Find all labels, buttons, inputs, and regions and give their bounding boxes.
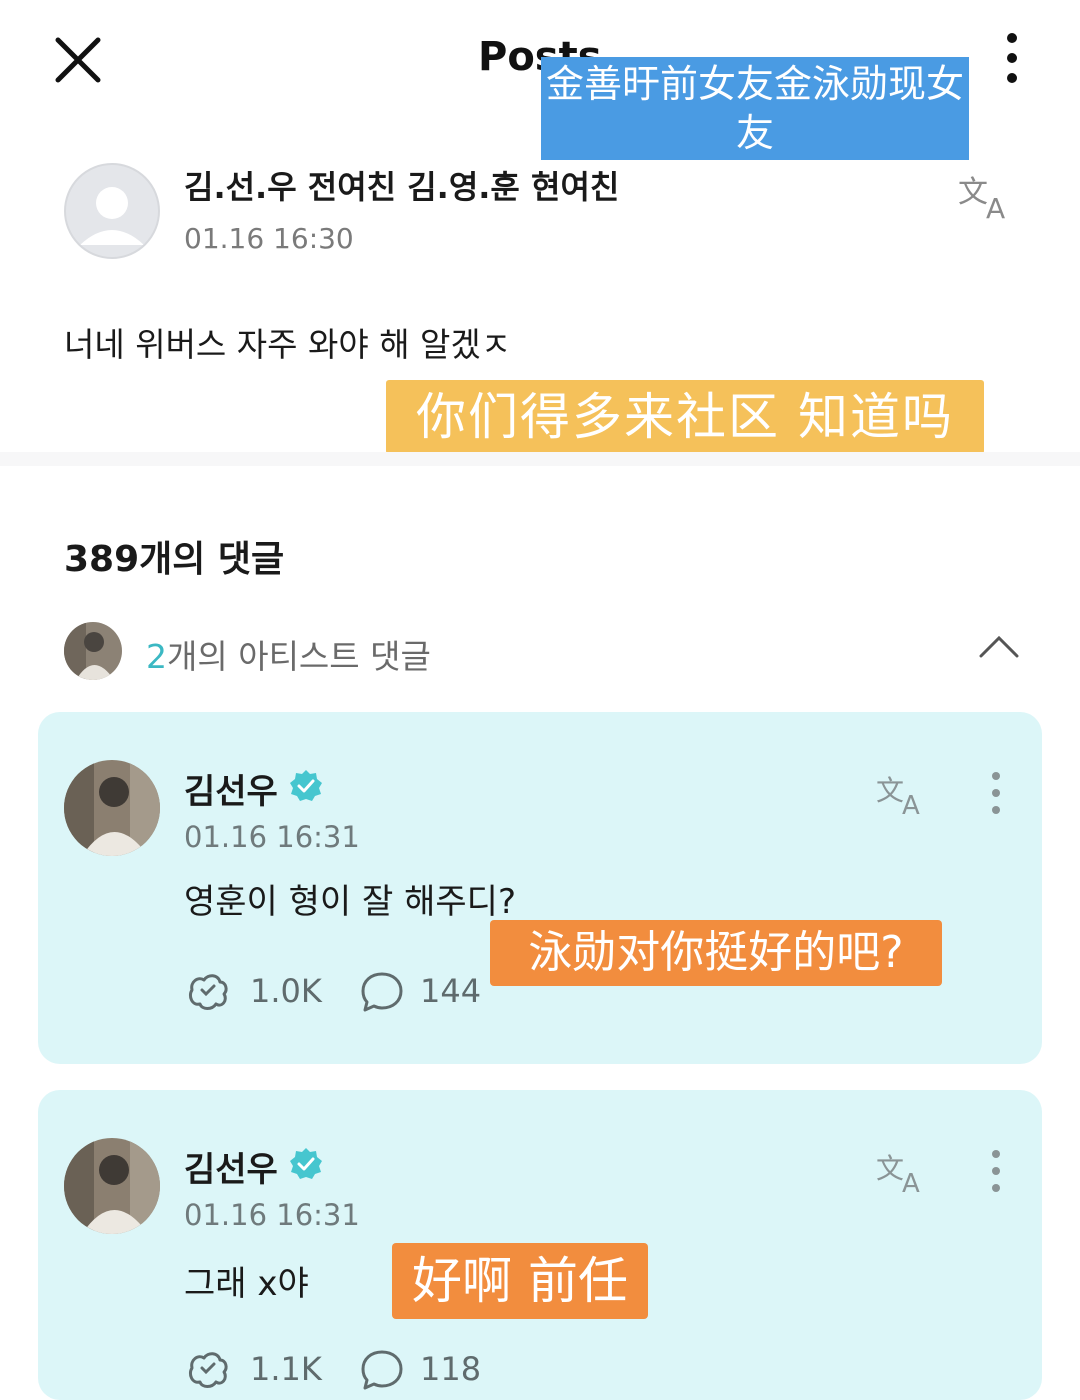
translate-button[interactable]: 文 A [958,170,1020,225]
translate-icon: 文 A [876,774,920,821]
translate-icon: 文 A [876,1152,920,1199]
post-timestamp: 01.16 16:30 [184,222,354,255]
artist-avatar [64,622,122,680]
comment-text: 영훈이 형이 잘 해주디? [184,882,516,922]
like-count: 1.0K [250,972,322,1010]
divider [0,452,1080,466]
overlay-caption-post: 你们得多来社区 知道吗 [386,380,984,454]
artist-comments-label: 개의 아티스트 댓글 [167,637,431,676]
svg-text:A: A [902,791,920,818]
overlay-caption-comment: 好啊 前任 [392,1243,648,1319]
svg-text:A: A [902,1169,920,1196]
svg-text:文: 文 [876,774,904,807]
comment-timestamp: 01.16 16:31 [184,1198,360,1232]
comment-author-name[interactable]: 김선우 [184,764,278,813]
more-vertical-icon [992,772,1000,814]
translate-button[interactable]: 文 A [876,1148,934,1199]
overlay-caption-title: 金善旴前女友金泳勋现女友 [541,57,969,160]
like-count: 1.1K [250,1350,322,1388]
close-button[interactable] [52,34,104,86]
reply-count: 144 [420,972,482,1010]
comment-author-name[interactable]: 김선우 [184,1142,278,1191]
post-author-name[interactable]: 김.선.우 전여친 김.영.훈 현여친 [184,162,619,208]
avatar[interactable] [64,1138,160,1234]
collapse-button[interactable] [978,632,1020,660]
avatar-placeholder-icon [80,187,144,245]
svg-text:A: A [986,192,1005,222]
more-options-button[interactable] [996,30,1028,90]
translate-icon: 文 A [958,175,1005,225]
reply-count: 118 [420,1350,482,1388]
reply-button[interactable] [358,968,406,1016]
post-body: 너네 위버스 자주 와야 해 알겠ㅈ [64,325,512,364]
overlay-caption-comment: 泳勋对你挺好的吧? [490,920,942,986]
avatar[interactable] [64,163,160,259]
comment-text: 그래 x야 [184,1264,309,1304]
more-vertical-icon [992,1150,1000,1192]
like-icon [188,974,228,1010]
chevron-up-icon [979,635,1019,658]
comments-count-heading: 389개의 댓글 [64,539,285,580]
comment-bubble-icon [361,972,403,1012]
artist-comments-toggle[interactable]: 2개의 아티스트 댓글 [146,630,431,678]
verified-badge-icon [290,770,322,801]
avatar[interactable] [64,760,160,856]
comment-more-button[interactable] [982,770,1010,820]
like-button[interactable] [184,968,232,1016]
more-vertical-icon [1007,33,1017,83]
close-icon [55,37,101,83]
artist-comment-card: 김선우 01.16 16:31 영훈이 형이 잘 해주디? 文 A 1.0K 1… [38,712,1042,1064]
artist-comments-count: 2 [146,637,167,676]
svg-text:文: 文 [876,1152,904,1185]
verified-badge-icon [290,1148,322,1179]
comment-timestamp: 01.16 16:31 [184,820,360,854]
comment-more-button[interactable] [982,1148,1010,1198]
translate-button[interactable]: 文 A [876,770,934,821]
svg-text:文: 文 [958,175,988,210]
